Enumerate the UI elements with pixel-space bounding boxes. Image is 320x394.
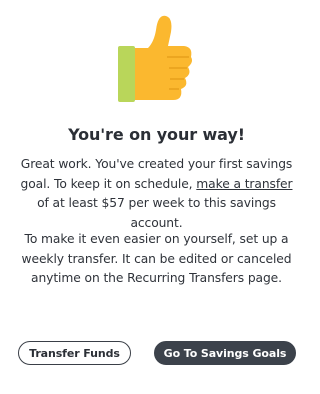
thumbs-up-icon <box>118 15 192 102</box>
dialog-title: You're on your way! <box>68 125 245 144</box>
thumbs-up-cuff <box>118 46 135 102</box>
transfer-funds-button[interactable]: Transfer Funds <box>18 341 131 365</box>
intro-text-end: of at least $57 per week to this savings… <box>37 196 276 230</box>
make-transfer-link[interactable]: make a transfer <box>196 177 292 191</box>
intro-paragraph: Great work. You've created your first sa… <box>14 155 299 233</box>
thumbs-up-hand <box>135 15 192 100</box>
success-dialog: You're on your way! Great work. You've c… <box>0 0 313 394</box>
recurring-paragraph: To make it even easier on yourself, set … <box>21 232 292 285</box>
go-to-savings-goals-button[interactable]: Go To Savings Goals <box>154 341 296 365</box>
